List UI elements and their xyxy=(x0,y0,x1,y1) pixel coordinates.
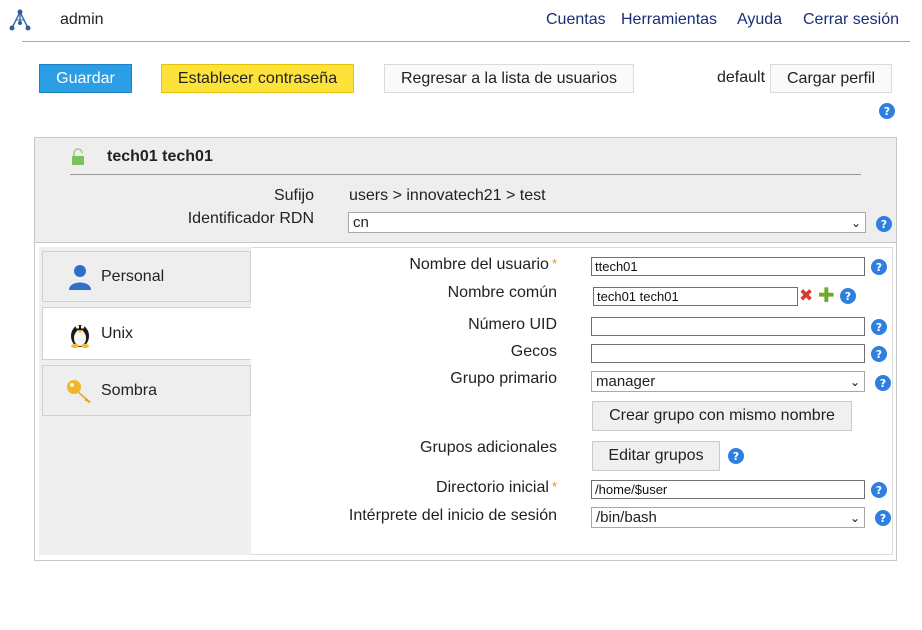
user-icon xyxy=(69,264,91,290)
suffix-value: users > innovatech21 > test xyxy=(349,187,546,204)
load-profile-button[interactable]: Cargar perfil xyxy=(770,64,892,93)
username-label: Nombre del usuario * xyxy=(409,256,557,273)
suffix-label: Sufijo xyxy=(273,187,314,204)
uid-help-icon[interactable]: ? xyxy=(871,319,887,335)
unlocked-icon xyxy=(72,148,84,165)
rdn-selected-value: cn xyxy=(353,214,369,231)
common-name-label: Nombre común xyxy=(447,284,557,301)
remove-icon[interactable]: ✖ xyxy=(799,286,813,306)
nav-link-accounts[interactable]: Cuentas xyxy=(546,11,606,29)
primary-group-select[interactable]: manager ⌄ xyxy=(591,371,865,392)
tab-label-personal: Personal xyxy=(101,267,165,285)
add-icon[interactable]: ✚ xyxy=(818,284,835,306)
edit-groups-button[interactable]: Editar grupos xyxy=(592,441,720,471)
home-dir-label: Directorio inicial * xyxy=(436,479,557,496)
create-same-name-group-button[interactable]: Crear grupo con mismo nombre xyxy=(592,401,852,431)
primary-group-label: Grupo primario xyxy=(450,370,557,387)
shell-select[interactable]: /bin/bash ⌄ xyxy=(591,507,865,528)
tab-personal[interactable]: Personal xyxy=(42,251,251,302)
back-to-user-list-button[interactable]: Regresar a la lista de usuarios xyxy=(384,64,634,93)
primary-group-help-icon[interactable]: ? xyxy=(875,375,891,391)
nav-link-logout[interactable]: Cerrar sesión xyxy=(803,11,899,29)
rdn-label: Identificador RDN xyxy=(187,210,314,227)
key-icon xyxy=(67,379,91,403)
uid-input[interactable] xyxy=(591,317,865,336)
nav-link-help[interactable]: Ayuda xyxy=(737,11,782,29)
gecos-label: Gecos xyxy=(510,343,557,360)
home-dir-input[interactable]: /home/$user xyxy=(591,480,865,499)
chevron-down-icon: ⌄ xyxy=(849,374,860,389)
tab-unix[interactable]: Unix xyxy=(42,307,251,360)
tab-label-shadow: Sombra xyxy=(101,381,158,399)
save-button[interactable]: Guardar xyxy=(39,64,132,93)
home-dir-help-icon[interactable]: ? xyxy=(871,482,887,498)
common-name-help-icon[interactable]: ? xyxy=(840,288,856,304)
entry-title: tech01 tech01 xyxy=(107,148,213,165)
tab-label-unix: Unix xyxy=(101,324,134,342)
common-name-input[interactable]: tech01 tech01 xyxy=(593,287,798,306)
username-input[interactable]: ttech01 xyxy=(591,257,865,276)
gecos-input[interactable] xyxy=(591,344,865,363)
rdn-select[interactable]: cn ⌄ xyxy=(348,212,866,233)
tab-shadow[interactable]: Sombra xyxy=(42,365,251,416)
primary-group-value: manager xyxy=(596,373,656,390)
rdn-help-icon[interactable]: ? xyxy=(876,216,892,232)
additional-groups-label: Grupos adicionales xyxy=(420,439,557,456)
uid-label: Número UID xyxy=(468,316,557,333)
nav-link-tools[interactable]: Herramientas xyxy=(621,11,717,29)
profile-name: default xyxy=(717,69,766,86)
shell-value: /bin/bash xyxy=(596,509,657,526)
gecos-help-icon[interactable]: ? xyxy=(871,346,887,362)
shell-label: Intérprete del inicio de sesión xyxy=(348,507,557,524)
groups-help-icon[interactable]: ? xyxy=(728,448,744,464)
penguin-icon xyxy=(71,324,89,348)
header-divider xyxy=(70,174,861,175)
chevron-down-icon: ⌄ xyxy=(850,215,861,230)
shell-help-icon[interactable]: ? xyxy=(875,510,891,526)
help-icon[interactable]: ? xyxy=(879,103,895,119)
username-help-icon[interactable]: ? xyxy=(871,259,887,275)
app-logo-icon[interactable] xyxy=(8,9,32,33)
set-password-button[interactable]: Establecer contraseña xyxy=(161,64,354,93)
chevron-down-icon: ⌄ xyxy=(849,510,860,525)
current-user: admin xyxy=(60,11,104,28)
